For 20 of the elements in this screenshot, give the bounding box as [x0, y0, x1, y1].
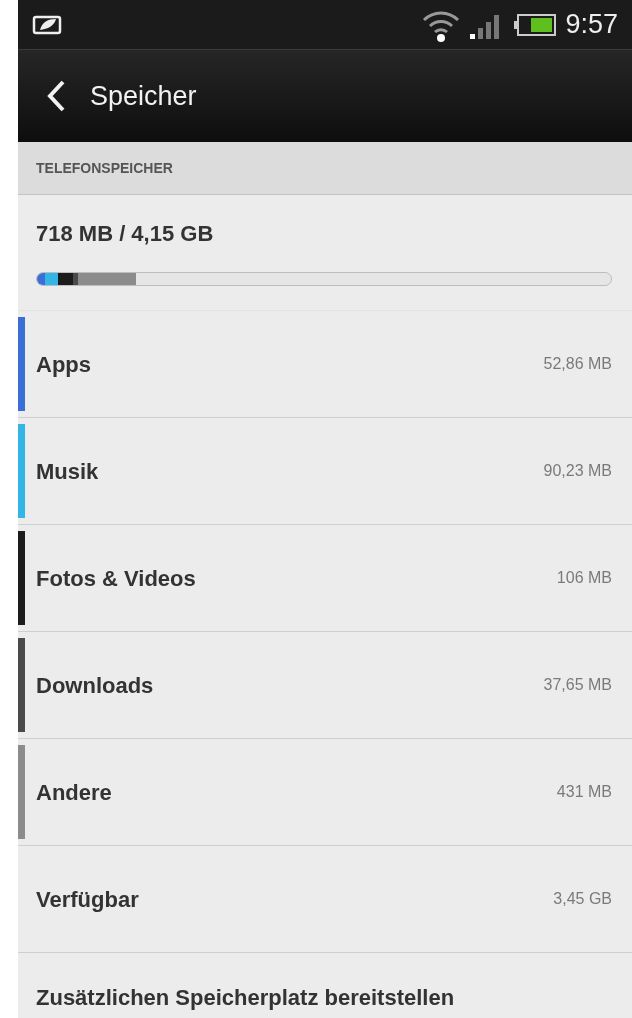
section-header: TELEFONSPEICHER — [36, 158, 173, 178]
storage-summary: 718 MB / 4,15 GB — [36, 220, 215, 248]
available-label: Verfügbar — [35, 885, 139, 914]
category-name: Andere — [35, 778, 112, 807]
category-name: Musik — [35, 457, 99, 486]
back-icon[interactable] — [46, 79, 66, 113]
battery-saver-icon — [32, 13, 62, 36]
clock-time: 9:57 — [565, 8, 618, 42]
category-name: Fotos & Videos — [35, 564, 196, 593]
category-name: Downloads — [35, 671, 154, 700]
category-name: Apps — [35, 350, 91, 379]
category-size: 106 MB — [556, 568, 612, 588]
category-size: 431 MB — [556, 782, 612, 802]
screen-title: Speicher — [90, 79, 197, 113]
available-size: 3,45 GB — [553, 889, 612, 909]
category-size: 37,65 MB — [543, 675, 612, 695]
extra-storage-option[interactable]: Zusätzlichen Speicherplatz bereitstellen — [36, 985, 455, 1010]
battery-icon — [513, 12, 558, 37]
category-size: 90,23 MB — [543, 461, 612, 481]
category-size: 52,86 MB — [543, 354, 612, 374]
